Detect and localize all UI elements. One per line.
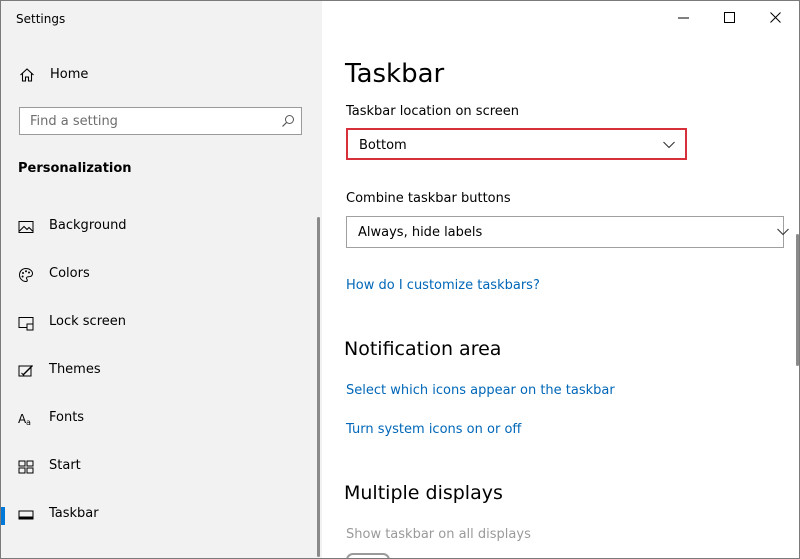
close-button[interactable] <box>753 7 799 29</box>
chevron-down-icon <box>777 228 789 236</box>
multiple-displays-title: Multiple displays <box>344 482 503 504</box>
close-icon <box>770 12 781 23</box>
sidebar-item-colors[interactable]: Colors <box>1 255 317 295</box>
sidebar: Settings Home Find a setting Personaliza… <box>1 1 322 558</box>
start-icon <box>18 460 34 474</box>
home-icon <box>20 68 34 82</box>
sidebar-item-background[interactable]: Background <box>1 207 317 247</box>
sidebar-item-label: Background <box>49 218 127 233</box>
maximize-button[interactable] <box>707 7 753 29</box>
sidebar-item-label: Taskbar <box>49 506 99 521</box>
sidebar-item-themes[interactable]: Themes <box>1 351 317 391</box>
lock-screen-icon <box>18 317 34 331</box>
sidebar-item-label: Start <box>49 458 81 473</box>
themes-icon <box>18 365 33 377</box>
sidebar-scrollbar[interactable] <box>317 217 320 557</box>
combine-value: Always, hide labels <box>358 225 483 240</box>
app-title: Settings <box>16 12 66 26</box>
palette-icon <box>18 267 34 283</box>
search-placeholder: Find a setting <box>30 114 118 129</box>
sidebar-home-label: Home <box>50 67 89 82</box>
sidebar-item-start[interactable]: Start <box>1 447 317 487</box>
location-value: Bottom <box>359 138 407 153</box>
minimize-button[interactable] <box>661 7 707 29</box>
chevron-down-icon <box>663 141 675 149</box>
system-icons-link[interactable]: Turn system icons on or off <box>346 422 521 437</box>
main-scrollbar[interactable] <box>796 234 799 366</box>
combine-label: Combine taskbar buttons <box>346 191 511 206</box>
location-dropdown[interactable]: Bottom <box>346 128 687 160</box>
image-icon <box>18 221 34 233</box>
sidebar-item-lock-screen[interactable]: Lock screen <box>1 303 317 343</box>
show-all-displays-toggle[interactable] <box>346 553 390 558</box>
sidebar-item-fonts[interactable]: A a Fonts <box>1 399 317 439</box>
sidebar-item-taskbar[interactable]: Taskbar <box>1 495 317 535</box>
show-all-displays-label: Show taskbar on all displays <box>346 527 531 542</box>
minimize-icon <box>678 17 689 19</box>
location-label: Taskbar location on screen <box>346 104 520 119</box>
sidebar-home[interactable]: Home <box>1 61 322 89</box>
notification-area-title: Notification area <box>344 338 502 360</box>
svg-text:a: a <box>26 418 31 427</box>
sidebar-item-label: Fonts <box>49 410 85 425</box>
combine-dropdown[interactable]: Always, hide labels <box>346 216 789 248</box>
main-content: Taskbar Taskbar location on screen Botto… <box>322 1 799 558</box>
search-icon <box>282 115 294 127</box>
page-title: Taskbar <box>345 59 445 89</box>
section-label: Personalization <box>18 161 132 176</box>
settings-window: Settings Home Find a setting Personaliza… <box>0 0 800 559</box>
customize-taskbars-link[interactable]: How do I customize taskbars? <box>346 278 540 293</box>
search-input[interactable]: Find a setting <box>19 107 302 135</box>
sidebar-item-label: Colors <box>49 266 90 281</box>
maximize-icon <box>724 12 735 23</box>
select-icons-link[interactable]: Select which icons appear on the taskbar <box>346 383 615 398</box>
sidebar-item-label: Themes <box>49 362 101 377</box>
sidebar-item-label: Lock screen <box>49 314 126 329</box>
fonts-icon: A a <box>18 412 31 427</box>
taskbar-icon <box>18 510 34 520</box>
